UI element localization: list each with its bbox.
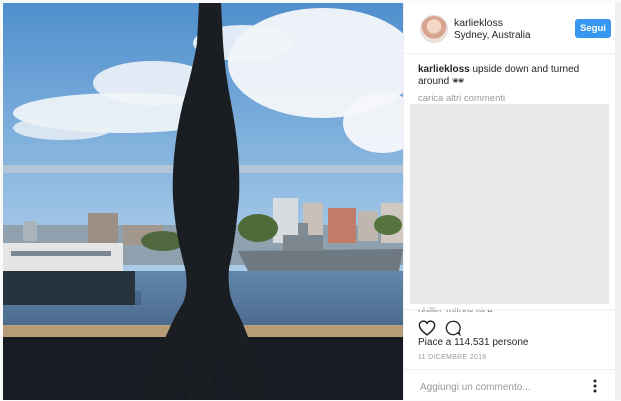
heart-icon[interactable] bbox=[418, 320, 436, 336]
caption-username[interactable]: karliekloss bbox=[418, 64, 470, 75]
header-username[interactable]: karliekloss bbox=[454, 17, 503, 29]
add-comment-bar bbox=[404, 369, 616, 401]
comment-input[interactable] bbox=[418, 378, 572, 396]
speech-bubble-icon[interactable] bbox=[445, 320, 461, 337]
scrollbar[interactable] bbox=[615, 3, 621, 400]
header-location[interactable]: Sydney, Australia bbox=[454, 30, 531, 41]
follow-button[interactable]: Segui bbox=[575, 19, 611, 38]
post-photo[interactable] bbox=[3, 3, 403, 400]
post-header: karliekloss Sydney, Australia Segui bbox=[404, 3, 616, 54]
handstand-photo bbox=[3, 3, 403, 400]
avatar[interactable] bbox=[420, 15, 448, 43]
more-options-icon[interactable] bbox=[587, 379, 603, 398]
comments-placeholder-block bbox=[410, 104, 609, 304]
post-date: 11 DICEMBRE 2016 bbox=[418, 354, 487, 361]
load-more-comments-link[interactable]: carica altri commenti bbox=[418, 93, 505, 104]
post-sidebar: karliekloss Sydney, Australia Segui karl… bbox=[403, 3, 616, 400]
likes-count[interactable]: Piace a 114.531 persone bbox=[418, 337, 528, 348]
post-caption: karliekloss upside down and turned aroun… bbox=[418, 64, 598, 88]
